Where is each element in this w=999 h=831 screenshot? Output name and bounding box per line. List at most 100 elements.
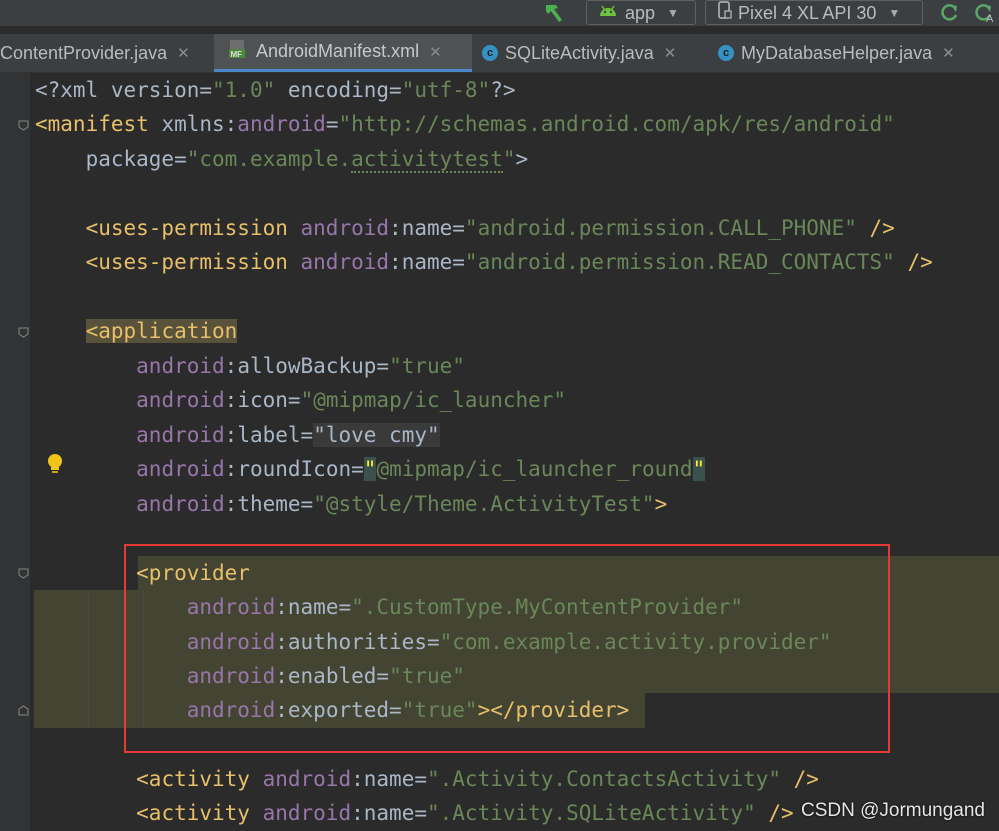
string: ".Activity.ContactsActivity" bbox=[427, 767, 782, 791]
editor-tab-bar: ContentProvider.java ✕ MF AndroidManifes… bbox=[0, 34, 999, 73]
tag: application bbox=[98, 319, 238, 343]
punct: = bbox=[426, 630, 440, 654]
namespace: android bbox=[136, 423, 225, 447]
editor-gutter[interactable] bbox=[0, 73, 30, 831]
code-line: <?xml version="1.0" encoding="utf-8"?> bbox=[35, 73, 515, 107]
apply-code-changes-icon[interactable]: A bbox=[972, 2, 999, 28]
fold-marker-icon[interactable] bbox=[18, 120, 29, 131]
punct: ?> bbox=[490, 78, 516, 102]
build-hammer-icon[interactable] bbox=[542, 0, 570, 28]
tab-android-manifest[interactable]: MF AndroidManifest.xml ✕ bbox=[214, 34, 472, 72]
string-typo: activitytest bbox=[351, 147, 503, 173]
punct: = bbox=[325, 112, 339, 136]
chevron-down-icon: ▼ bbox=[888, 5, 901, 20]
tab-my-database-helper[interactable]: c MyDatabaseHelper.java ✕ bbox=[718, 34, 998, 72]
close-icon[interactable]: ✕ bbox=[942, 44, 955, 62]
tag: <uses-permission bbox=[85, 250, 301, 274]
attr: xmlns: bbox=[161, 112, 238, 136]
string: "com.example. bbox=[186, 147, 352, 171]
punct: : bbox=[389, 250, 402, 274]
svg-text:A: A bbox=[986, 13, 994, 24]
namespace: android bbox=[300, 250, 390, 274]
namespace: android bbox=[136, 492, 225, 516]
code-line: android:allowBackup="true" bbox=[35, 349, 465, 383]
attr: package bbox=[85, 147, 175, 171]
punct: : bbox=[389, 216, 402, 240]
code-editor[interactable]: <?xml version="1.0" encoding="utf-8"?> <… bbox=[0, 73, 999, 831]
code-line: android:exported="true"></provider> bbox=[35, 693, 630, 727]
tag: <activity bbox=[136, 767, 263, 791]
attr: allowBackup bbox=[237, 354, 377, 378]
tab-sqlite-activity[interactable]: c SQLiteActivity.java ✕ bbox=[482, 34, 707, 72]
namespace: android bbox=[136, 457, 225, 481]
tab-content-provider[interactable]: ContentProvider.java ✕ bbox=[0, 34, 210, 72]
string: "@style/Theme.ActivityTest" bbox=[313, 492, 655, 516]
fold-end-marker-icon[interactable] bbox=[18, 705, 29, 716]
string: "http://schemas.android.com/apk/res/andr… bbox=[338, 112, 895, 136]
selection-highlight bbox=[138, 556, 999, 591]
punct: = bbox=[338, 595, 352, 619]
tag: <manifest bbox=[35, 112, 162, 136]
chevron-down-icon: ▼ bbox=[667, 5, 679, 20]
punct: = bbox=[287, 388, 301, 412]
fold-marker-icon[interactable] bbox=[18, 327, 29, 338]
attr: theme bbox=[237, 492, 301, 516]
device-label: Pixel 4 XL API 30 bbox=[738, 2, 877, 23]
code-line: android:icon="@mipmap/ic_launcher" bbox=[35, 383, 566, 417]
punct: : bbox=[275, 698, 288, 722]
attr: name bbox=[401, 250, 453, 274]
punct: : bbox=[275, 595, 288, 619]
quote-match: " bbox=[692, 457, 706, 481]
tab-label: SQLiteActivity.java bbox=[505, 42, 654, 63]
punct: = bbox=[300, 423, 314, 447]
close-icon[interactable]: ✕ bbox=[177, 44, 190, 62]
run-config-dropdown[interactable]: app ▼ bbox=[586, 0, 696, 25]
string: "android.permission.CALL_PHONE" bbox=[464, 216, 857, 240]
punct: = bbox=[389, 698, 402, 722]
namespace: android bbox=[186, 630, 276, 654]
folded-string[interactable]: "love cmy" bbox=[313, 423, 440, 447]
namespace: android bbox=[186, 595, 276, 619]
punct: : bbox=[351, 767, 364, 791]
attr: name bbox=[363, 801, 415, 825]
string: "true" bbox=[389, 664, 465, 688]
punct: = bbox=[300, 492, 314, 516]
close-icon[interactable]: ✕ bbox=[664, 44, 677, 62]
attr: label bbox=[237, 423, 301, 447]
tab-label: MyDatabaseHelper.java bbox=[741, 42, 933, 63]
class-icon: c bbox=[718, 45, 734, 61]
string: ".Activity.SQLiteActivity" bbox=[427, 801, 756, 825]
punct: = bbox=[351, 457, 364, 481]
tag: /> bbox=[781, 767, 819, 791]
fold-marker-icon[interactable] bbox=[18, 568, 29, 579]
string: "1.0" bbox=[212, 78, 276, 102]
code-line: <application bbox=[35, 314, 238, 348]
namespace: android bbox=[186, 698, 276, 722]
attr: enabled bbox=[287, 664, 377, 688]
punct: : bbox=[224, 354, 238, 378]
string: "@mipmap/ic_launcher" bbox=[300, 388, 567, 412]
code-line: <uses-permission android:name="android.p… bbox=[35, 245, 933, 279]
punct: : bbox=[275, 630, 288, 654]
punct: : bbox=[224, 423, 238, 447]
tag: /> bbox=[755, 801, 794, 825]
punct: = bbox=[452, 216, 465, 240]
namespace: android bbox=[237, 112, 326, 136]
punct: : bbox=[351, 801, 364, 825]
string: "utf-8" bbox=[401, 78, 491, 102]
xml-decl: <?xml bbox=[35, 78, 111, 102]
apply-changes-restart-icon[interactable] bbox=[938, 2, 960, 28]
attr: name bbox=[363, 767, 415, 791]
toolbar: app ▼ Pixel 4 XL API 30 ▼ A bbox=[0, 0, 999, 26]
string: " bbox=[502, 147, 516, 171]
code-line: android:theme="@style/Theme.ActivityTest… bbox=[35, 487, 667, 521]
code-line: <manifest xmlns:android="http://schemas.… bbox=[35, 107, 895, 141]
android-icon bbox=[597, 1, 619, 24]
code-line: package="com.example.activitytest"> bbox=[35, 142, 528, 176]
tag: < bbox=[85, 319, 99, 343]
quote-match: " bbox=[363, 457, 377, 481]
watermark: CSDN @Jormungand bbox=[800, 800, 985, 821]
tag: <activity bbox=[136, 801, 263, 825]
close-icon[interactable]: ✕ bbox=[429, 43, 442, 61]
device-dropdown[interactable]: Pixel 4 XL API 30 ▼ bbox=[705, 0, 923, 25]
